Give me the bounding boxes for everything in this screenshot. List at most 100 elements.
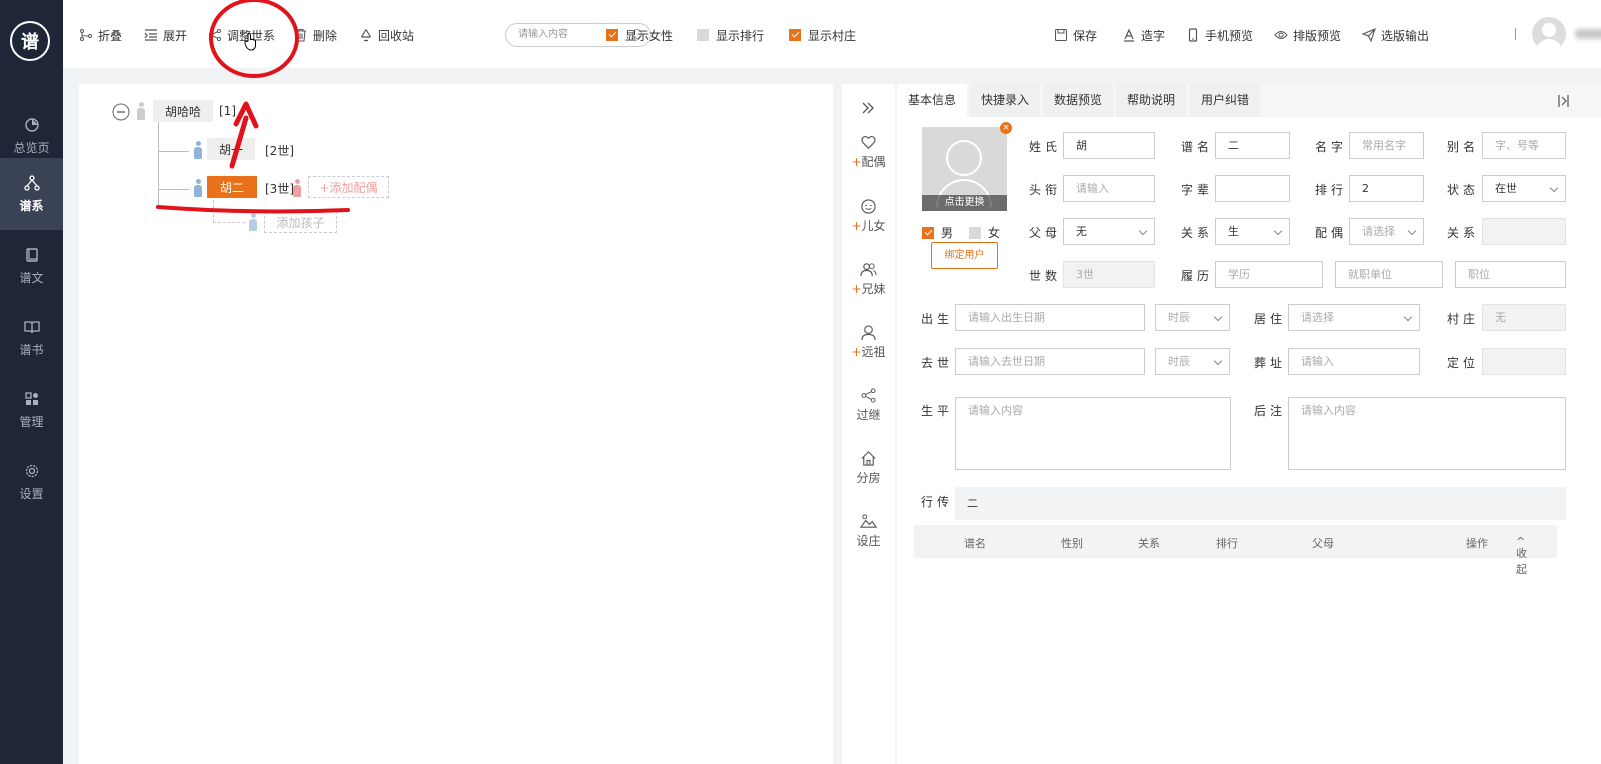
collapse-table-toggle[interactable]: 收起 ^ <box>1516 535 1527 576</box>
bio-label: 行传 <box>921 495 954 509</box>
user-avatar[interactable] <box>1532 17 1566 51</box>
expand-button[interactable]: 展开 <box>144 26 187 44</box>
collapse-label: 收起 <box>1516 547 1527 576</box>
nav-item-book[interactable]: 谱书 <box>0 302 63 374</box>
birth-date-input[interactable]: 请输入出生日期 <box>955 304 1145 331</box>
checkbox-unchecked-icon <box>697 29 709 41</box>
checkbox-checked-icon <box>789 29 801 41</box>
export-button[interactable]: 选版输出 <box>1362 26 1429 44</box>
create-char-button[interactable]: 造字 <box>1122 26 1165 44</box>
add-child-button[interactable]: 添加孩子 <box>264 211 337 233</box>
status-select[interactable]: 在世 <box>1482 175 1566 202</box>
education-input[interactable]: 学历 <box>1215 261 1323 288</box>
bind-user-button[interactable]: 绑定用户 <box>931 242 998 269</box>
female-checkbox[interactable] <box>969 226 982 239</box>
default-avatar-icon <box>946 140 982 176</box>
show-village-checkbox[interactable]: 显示村庄 <box>789 26 856 44</box>
nav-label: 管理 <box>19 414 44 429</box>
nav-item-manage[interactable]: 管理 <box>0 374 63 446</box>
nav-item-settings[interactable]: 设置 <box>0 446 63 518</box>
mobile-preview-button[interactable]: 手机预览 <box>1186 26 1253 44</box>
tree-node-child1[interactable]: 胡一 <box>207 138 255 160</box>
status-label: 状态 <box>1447 183 1480 197</box>
tree-node-child2-selected[interactable]: 胡二 <box>207 176 257 198</box>
collapse-panel-icon[interactable] <box>1557 94 1571 108</box>
surname-input[interactable]: 胡 <box>1063 132 1155 159</box>
user-name[interactable] <box>1575 29 1601 39</box>
recycle-bin-button[interactable]: 回收站 <box>359 26 414 44</box>
life-textarea[interactable]: 请输入内容 <box>955 397 1231 470</box>
action-label: 兄妹 <box>861 282 886 296</box>
double-chevron-right-icon[interactable] <box>861 101 875 115</box>
root-generation: [1] <box>219 104 236 118</box>
relation-select[interactable]: 生 <box>1215 218 1290 245</box>
change-photo-caption[interactable]: 点击更换 <box>922 195 1007 211</box>
show-female-checkbox[interactable]: 显示女性 <box>606 26 673 44</box>
nav-item-article[interactable]: 谱文 <box>0 230 63 302</box>
birth-time-select[interactable]: 时辰 <box>1155 304 1230 331</box>
show-rank-checkbox[interactable]: 显示排行 <box>697 26 764 44</box>
add-spouse-action[interactable]: +配偶 <box>842 134 895 170</box>
title-input[interactable]: 请输入 <box>1063 175 1155 202</box>
note-textarea[interactable]: 请输入内容 <box>1288 397 1566 470</box>
female-label: 女 <box>988 226 1001 240</box>
tab-data-preview[interactable]: 数据预览 <box>1043 84 1114 117</box>
burial-input[interactable]: 请输入 <box>1288 348 1420 375</box>
male-person-icon <box>194 179 202 197</box>
death-date-input[interactable]: 请输入去世日期 <box>955 348 1145 375</box>
home-icon <box>861 451 876 466</box>
action-label: 配偶 <box>861 155 886 169</box>
app-logo: 谱 <box>10 21 50 61</box>
locate-input <box>1482 348 1566 375</box>
layout-preview-button[interactable]: 排版预览 <box>1274 26 1341 44</box>
male-person-icon <box>194 141 202 159</box>
adjust-lineage-button[interactable]: 调整世系 <box>208 26 275 44</box>
main-sidebar: 谱 总览页 谱系 谱文 谱书 管理 设置 <box>0 0 63 764</box>
add-children-action[interactable]: +儿女 <box>842 198 895 234</box>
tab-user-correction[interactable]: 用户纠错 <box>1190 84 1261 117</box>
nav-item-lineage[interactable]: 谱系 <box>0 158 63 230</box>
adoption-action[interactable]: 过继 <box>842 387 895 423</box>
branch-house-action[interactable]: 分房 <box>842 450 895 486</box>
remove-photo-icon[interactable]: × <box>1000 122 1012 134</box>
save-label: 保存 <box>1073 28 1098 43</box>
zibei-input[interactable] <box>1215 175 1290 202</box>
alias-input[interactable]: 字、号等 <box>1482 132 1566 159</box>
parent-select[interactable]: 无 <box>1063 218 1155 245</box>
gender-radio-group: 男 女 <box>922 224 1000 241</box>
nav-label: 谱书 <box>19 342 44 357</box>
collapse-button[interactable]: 折叠 <box>79 26 122 44</box>
portrait-upload[interactable]: 点击更换 × <box>922 122 1012 211</box>
collapse-label: 折叠 <box>98 28 123 43</box>
residence-select[interactable]: 请选择 <box>1288 304 1420 331</box>
chevron-down-icon <box>1213 312 1223 322</box>
male-checkbox[interactable] <box>922 226 934 239</box>
delete-button[interactable]: 删除 <box>294 26 337 44</box>
column-header: 谱名 <box>964 537 986 550</box>
name-input[interactable]: 常用名字 <box>1349 132 1424 159</box>
spouse-select[interactable]: 请选择 <box>1349 218 1424 245</box>
puming-input[interactable]: 二 <box>1215 132 1290 159</box>
rank-input[interactable]: 2 <box>1349 175 1424 202</box>
tree-node-root[interactable]: 胡哈哈 <box>153 100 213 122</box>
trash-icon <box>296 28 306 42</box>
bio-field[interactable]: 二 <box>955 487 1566 520</box>
add-ancestor-action[interactable]: +远祖 <box>842 324 895 360</box>
send-icon <box>1362 28 1376 42</box>
tree-connector <box>213 222 245 223</box>
add-siblings-action[interactable]: +兄妹 <box>842 261 895 297</box>
tab-help[interactable]: 帮助说明 <box>1116 84 1187 117</box>
chevron-down-icon <box>1403 312 1413 322</box>
rank-label: 排行 <box>1315 183 1348 197</box>
tab-quick-entry[interactable]: 快捷录入 <box>970 84 1041 117</box>
position-input[interactable]: 职位 <box>1455 261 1566 288</box>
save-button[interactable]: 保存 <box>1054 26 1097 44</box>
employer-input[interactable]: 就职单位 <box>1335 261 1443 288</box>
collapse-node-icon[interactable] <box>112 103 130 121</box>
death-time-select[interactable]: 时辰 <box>1155 348 1230 375</box>
set-village-action[interactable]: 设庄 <box>842 513 895 549</box>
tab-basic-info[interactable]: 基本信息 <box>897 84 968 117</box>
puming-label: 谱名 <box>1181 140 1214 154</box>
grid-icon <box>24 391 38 405</box>
add-spouse-button[interactable]: +添加配偶 <box>308 176 389 198</box>
